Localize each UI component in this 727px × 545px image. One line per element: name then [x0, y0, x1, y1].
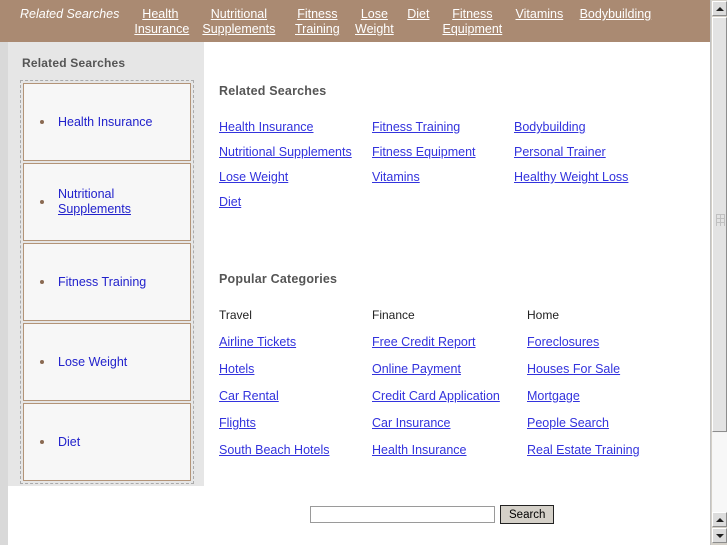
sidebar-item-label[interactable]: Fitness Training — [58, 275, 146, 290]
category-link-houses-for-sale[interactable]: Houses For Sale — [527, 362, 710, 377]
left-gutter — [0, 42, 8, 545]
sidebar-item-lose-weight[interactable]: Lose Weight — [23, 323, 191, 401]
search-button[interactable]: Search — [500, 505, 555, 524]
category-link-car-insurance[interactable]: Car Insurance — [372, 416, 527, 431]
bullet-icon — [40, 200, 44, 204]
category-heading-home: Home — [527, 308, 560, 322]
nav-link-lose-weight[interactable]: Lose Weight — [348, 3, 400, 37]
scrollbar-up-button[interactable] — [712, 1, 727, 16]
category-link-airline-tickets[interactable]: Airline Tickets — [219, 335, 372, 350]
category-link-online-payment[interactable]: Online Payment — [372, 362, 527, 377]
related-link-healthy-weight-loss[interactable]: Healthy Weight Loss — [514, 170, 710, 185]
category-link-south-beach-hotels[interactable]: South Beach Hotels — [219, 443, 372, 458]
sidebar-item-label[interactable]: Health Insurance — [58, 115, 153, 130]
nav-link-fitness-equipment[interactable]: Fitness Equipment — [436, 3, 508, 37]
search-input[interactable] — [310, 506, 495, 523]
vertical-scrollbar[interactable] — [710, 0, 727, 545]
popular-categories-grid: Travel Finance Home Airline Tickets Free… — [219, 308, 710, 458]
nav-link-bodybuilding[interactable]: Bodybuilding — [570, 3, 660, 22]
related-searches-heading: Related Searches — [219, 84, 327, 98]
sidebar-item-label-line2: Supplements — [58, 202, 131, 216]
category-link-health-insurance[interactable]: Health Insurance — [372, 443, 527, 458]
sidebar-item-diet[interactable]: Diet — [23, 403, 191, 481]
triangle-down-icon — [715, 533, 724, 538]
category-heading-finance: Finance — [372, 308, 415, 322]
bullet-icon — [40, 280, 44, 284]
main-content: Related Searches Health Insurance Fitnes… — [204, 42, 710, 545]
category-link-flights[interactable]: Flights — [219, 416, 372, 431]
nav-link-health-insurance[interactable]: Health Insurance — [129, 3, 191, 37]
nav-brand-label: Related Searches — [20, 7, 120, 21]
related-link-bodybuilding[interactable]: Bodybuilding — [514, 120, 710, 135]
category-link-hotels[interactable]: Hotels — [219, 362, 372, 377]
scrollbar-down-button[interactable] — [712, 528, 727, 543]
sidebar: Related Searches Health Insurance Nutrit… — [8, 42, 204, 486]
sidebar-item-label-line1: Nutritional — [58, 187, 115, 201]
bullet-icon — [40, 120, 44, 124]
nav-link-fitness-training[interactable]: Fitness Training — [286, 3, 348, 37]
page-root: Related Searches Health Insurance Nutrit… — [0, 0, 727, 545]
category-heading-travel: Travel — [219, 308, 252, 322]
related-link-fitness-training[interactable]: Fitness Training — [372, 120, 514, 135]
triangle-up-icon — [715, 6, 724, 11]
related-link-nutritional-supplements[interactable]: Nutritional Supplements — [219, 145, 372, 160]
sidebar-item-label[interactable]: Diet — [58, 435, 80, 450]
related-searches-grid: Health Insurance Fitness Training Bodybu… — [219, 120, 710, 210]
top-navigation-bar: Related Searches Health Insurance Nutrit… — [0, 0, 710, 42]
sidebar-item-health-insurance[interactable]: Health Insurance — [23, 83, 191, 161]
scrollbar-track-lower[interactable] — [712, 433, 727, 512]
category-link-real-estate-training[interactable]: Real Estate Training — [527, 443, 710, 458]
bullet-icon — [40, 360, 44, 364]
sidebar-title: Related Searches — [22, 56, 126, 70]
related-link-vitamins[interactable]: Vitamins — [372, 170, 514, 185]
sidebar-item-fitness-training[interactable]: Fitness Training — [23, 243, 191, 321]
triangle-up-icon — [715, 517, 724, 522]
search-bar: Search — [310, 505, 555, 524]
category-link-free-credit-report[interactable]: Free Credit Report — [372, 335, 527, 350]
sidebar-item-nutritional-supplements[interactable]: Nutritional Supplements — [23, 163, 191, 241]
nav-link-diet[interactable]: Diet — [400, 3, 436, 22]
popular-categories-heading: Popular Categories — [219, 272, 338, 286]
related-link-personal-trainer[interactable]: Personal Trainer — [514, 145, 710, 160]
scrollbar-thumb[interactable] — [712, 17, 727, 432]
nav-link-nutritional-supplements[interactable]: Nutritional Supplements — [191, 3, 286, 37]
sidebar-item-label[interactable]: Lose Weight — [58, 355, 127, 370]
bullet-icon — [40, 440, 44, 444]
related-link-fitness-equipment[interactable]: Fitness Equipment — [372, 145, 514, 160]
related-link-diet[interactable]: Diet — [219, 195, 372, 210]
category-link-car-rental[interactable]: Car Rental — [219, 389, 372, 404]
popular-categories-section: Popular Categories Travel Finance Home A… — [219, 272, 710, 458]
scrollbar-up-button-bottom[interactable] — [712, 512, 727, 527]
nav-link-vitamins[interactable]: Vitamins — [508, 3, 570, 22]
scrollbar-grip-icon — [716, 214, 725, 226]
category-link-foreclosures[interactable]: Foreclosures — [527, 335, 710, 350]
related-link-health-insurance[interactable]: Health Insurance — [219, 120, 372, 135]
sidebar-item-label[interactable]: Nutritional Supplements — [58, 187, 131, 217]
category-link-people-search[interactable]: People Search — [527, 416, 710, 431]
category-link-mortgage[interactable]: Mortgage — [527, 389, 710, 404]
category-link-credit-card-application[interactable]: Credit Card Application — [372, 389, 527, 404]
related-link-lose-weight[interactable]: Lose Weight — [219, 170, 372, 185]
sidebar-items-container: Health Insurance Nutritional Supplements… — [20, 80, 194, 484]
